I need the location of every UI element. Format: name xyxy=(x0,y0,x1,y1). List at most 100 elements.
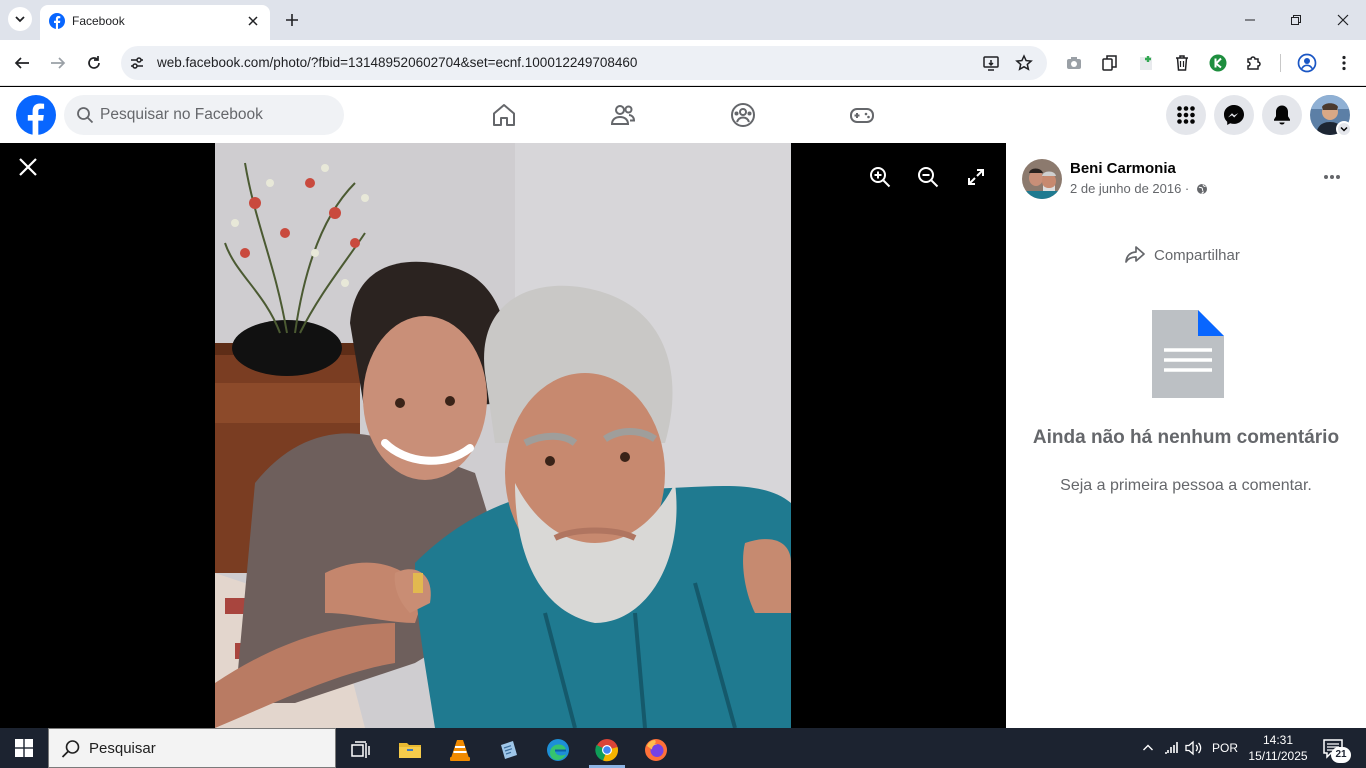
volume-button[interactable] xyxy=(1184,738,1204,758)
close-viewer-button[interactable] xyxy=(14,153,42,181)
clock-time: 14:31 xyxy=(1262,733,1294,747)
window-close-button[interactable] xyxy=(1331,8,1355,32)
author-name[interactable]: Beni Carmonia xyxy=(1070,160,1176,177)
install-app-button[interactable] xyxy=(981,53,1001,73)
browser-toolbar: web.facebook.com/photo/?fbid=13148952060… xyxy=(0,40,1366,86)
facebook-search-box[interactable] xyxy=(64,95,344,135)
kebab-menu-icon xyxy=(1342,55,1346,71)
task-view-button[interactable] xyxy=(340,732,380,768)
reload-icon xyxy=(88,56,100,69)
fullscreen-button[interactable] xyxy=(958,159,994,195)
profile-button[interactable] xyxy=(1295,51,1319,75)
screenshot-extension-button[interactable] xyxy=(1062,51,1086,75)
clock[interactable]: 14:31 15/11/2025 xyxy=(1248,732,1308,764)
notepad-icon xyxy=(501,741,517,759)
zoom-out-icon xyxy=(918,167,939,188)
windows-taskbar: Pesquisar POR 14:31 15/11/2025 21 xyxy=(0,728,1366,768)
window-restore-button[interactable] xyxy=(1284,8,1308,32)
new-tab-button[interactable] xyxy=(282,10,302,30)
author-avatar[interactable] xyxy=(1022,159,1062,199)
notifications-button[interactable] xyxy=(1262,95,1302,135)
url-text[interactable]: web.facebook.com/photo/?fbid=13148952060… xyxy=(157,55,637,70)
back-button[interactable] xyxy=(10,51,34,75)
facebook-logo-icon[interactable] xyxy=(16,95,56,135)
show-hidden-icons-button[interactable] xyxy=(1138,738,1158,758)
chevron-up-icon xyxy=(1143,744,1153,751)
messenger-icon xyxy=(1224,105,1244,125)
input-language[interactable]: POR xyxy=(1212,741,1238,755)
messenger-button[interactable] xyxy=(1214,95,1254,135)
photo-image[interactable] xyxy=(215,143,791,728)
chevron-down-icon xyxy=(1340,126,1348,132)
notepad-app-button[interactable] xyxy=(489,732,529,768)
author-avatar-photo xyxy=(1022,159,1062,199)
post-details-panel: Beni Carmonia 2 de junho de 2016 · Compa… xyxy=(1006,143,1366,728)
tune-icon xyxy=(131,57,143,69)
post-date-line: 2 de junho de 2016 · xyxy=(1070,181,1208,196)
arrow-right-icon xyxy=(51,57,66,69)
network-button[interactable] xyxy=(1162,738,1182,758)
plus-icon xyxy=(286,14,298,26)
arrow-left-icon xyxy=(14,57,29,69)
nav-home[interactable] xyxy=(488,99,520,131)
friends-icon xyxy=(610,105,636,125)
post-date[interactable]: 2 de junho de 2016 · xyxy=(1070,181,1189,196)
account-dropdown-badge[interactable] xyxy=(1336,121,1352,137)
extensions-button[interactable] xyxy=(1242,51,1266,75)
browser-tab-facebook[interactable]: Facebook xyxy=(40,5,270,40)
k-extension-button[interactable] xyxy=(1206,51,1230,75)
forward-button[interactable] xyxy=(46,51,70,75)
share-button[interactable]: Compartilhar xyxy=(1124,243,1240,267)
edge-button[interactable] xyxy=(538,732,578,768)
notification-count-badge: 21 xyxy=(1331,747,1351,763)
camera-icon xyxy=(1067,57,1081,69)
search-icon xyxy=(77,107,94,124)
zoom-in-button[interactable] xyxy=(862,159,898,195)
grid-menu-icon xyxy=(1177,106,1195,124)
nav-groups[interactable] xyxy=(727,99,759,131)
plus-extension-button[interactable] xyxy=(1134,51,1158,75)
close-icon xyxy=(248,16,258,26)
star-icon xyxy=(1015,54,1033,71)
browser-tab-bar: Facebook xyxy=(0,0,1366,40)
bookmark-button[interactable] xyxy=(1014,53,1034,73)
browser-menu-button[interactable] xyxy=(1332,51,1356,75)
share-arrow-icon xyxy=(1125,246,1145,263)
reload-button[interactable] xyxy=(82,51,106,75)
trash-extension-button[interactable] xyxy=(1170,51,1194,75)
close-icon xyxy=(1337,14,1349,26)
close-icon xyxy=(19,158,37,176)
puzzle-icon xyxy=(1247,56,1261,70)
install-icon xyxy=(983,56,999,71)
minimize-icon xyxy=(1245,19,1255,21)
vlc-button[interactable] xyxy=(440,732,480,768)
groups-icon xyxy=(731,103,755,127)
restore-icon xyxy=(1291,15,1301,25)
toolbar-divider xyxy=(1280,54,1281,72)
copy-icon xyxy=(1102,55,1117,71)
address-bar[interactable]: web.facebook.com/photo/?fbid=13148952060… xyxy=(121,46,1047,80)
photo-illustration xyxy=(215,143,791,728)
tab-search-button[interactable] xyxy=(8,7,32,31)
file-explorer-button[interactable] xyxy=(390,732,430,768)
tab-close-button[interactable] xyxy=(244,12,262,30)
window-minimize-button[interactable] xyxy=(1238,8,1262,32)
start-button[interactable] xyxy=(0,728,48,768)
clock-date: 15/11/2025 xyxy=(1248,749,1308,763)
no-comments-title: Ainda não há nenhum comentário xyxy=(1032,427,1340,448)
nav-friends[interactable] xyxy=(607,99,639,131)
more-horizontal-icon xyxy=(1324,175,1340,179)
nav-gaming[interactable] xyxy=(846,99,878,131)
taskbar-search-box[interactable]: Pesquisar xyxy=(48,728,336,768)
site-info-button[interactable] xyxy=(127,53,147,73)
menu-button[interactable] xyxy=(1166,95,1206,135)
firefox-button[interactable] xyxy=(636,732,676,768)
chrome-button[interactable] xyxy=(587,732,627,768)
zoom-out-button[interactable] xyxy=(910,159,946,195)
facebook-header xyxy=(0,87,1366,143)
post-options-button[interactable] xyxy=(1316,165,1348,189)
bell-icon xyxy=(1274,105,1290,125)
facebook-search-input[interactable] xyxy=(100,95,330,135)
copy-extension-button[interactable] xyxy=(1098,51,1122,75)
vlc-cone-icon xyxy=(450,740,470,761)
